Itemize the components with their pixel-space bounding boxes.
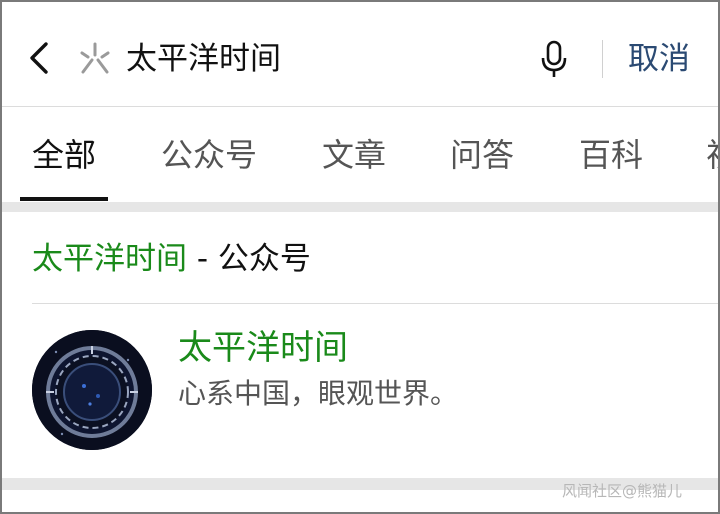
account-name[interactable]: 太平洋时间 xyxy=(178,324,348,372)
tab-articles[interactable]: 文章 xyxy=(322,133,386,177)
search-tabs: 全部 公众号 文章 问答 百科 视 xyxy=(2,107,718,202)
back-icon[interactable] xyxy=(24,38,54,78)
section-divider xyxy=(32,303,718,304)
search-input[interactable]: 太平洋时间 xyxy=(126,36,281,82)
section-suffix: - 公众号 xyxy=(187,241,311,277)
section-title: 太平洋时间 - 公众号 xyxy=(32,236,311,282)
section-separator xyxy=(2,202,718,212)
search-divider xyxy=(602,40,603,78)
section-keyword: 太平洋时间 xyxy=(32,241,187,277)
tab-encyclopedia[interactable]: 百科 xyxy=(579,133,643,177)
mini-program-icon xyxy=(80,42,110,74)
active-tab-indicator xyxy=(20,197,108,201)
account-description: 心系中国，眼观世界。 xyxy=(178,377,459,410)
watermark: 风闻社区@熊猫儿 xyxy=(562,482,683,500)
tab-all[interactable]: 全部 xyxy=(32,133,96,177)
app-window: 太平洋时间 取消 全部 公众号 文章 问答 百科 视 太平洋时间 - 公众号 xyxy=(0,0,720,514)
cancel-button[interactable]: 取消 xyxy=(628,36,690,82)
avatar[interactable] xyxy=(32,330,152,450)
search-bar: 太平洋时间 取消 xyxy=(2,2,718,106)
tab-qa[interactable]: 问答 xyxy=(450,133,514,177)
tab-video[interactable]: 视 xyxy=(706,133,718,177)
tab-official-accounts[interactable]: 公众号 xyxy=(161,133,257,177)
microphone-icon[interactable] xyxy=(538,40,570,80)
avatar-image xyxy=(32,330,152,450)
